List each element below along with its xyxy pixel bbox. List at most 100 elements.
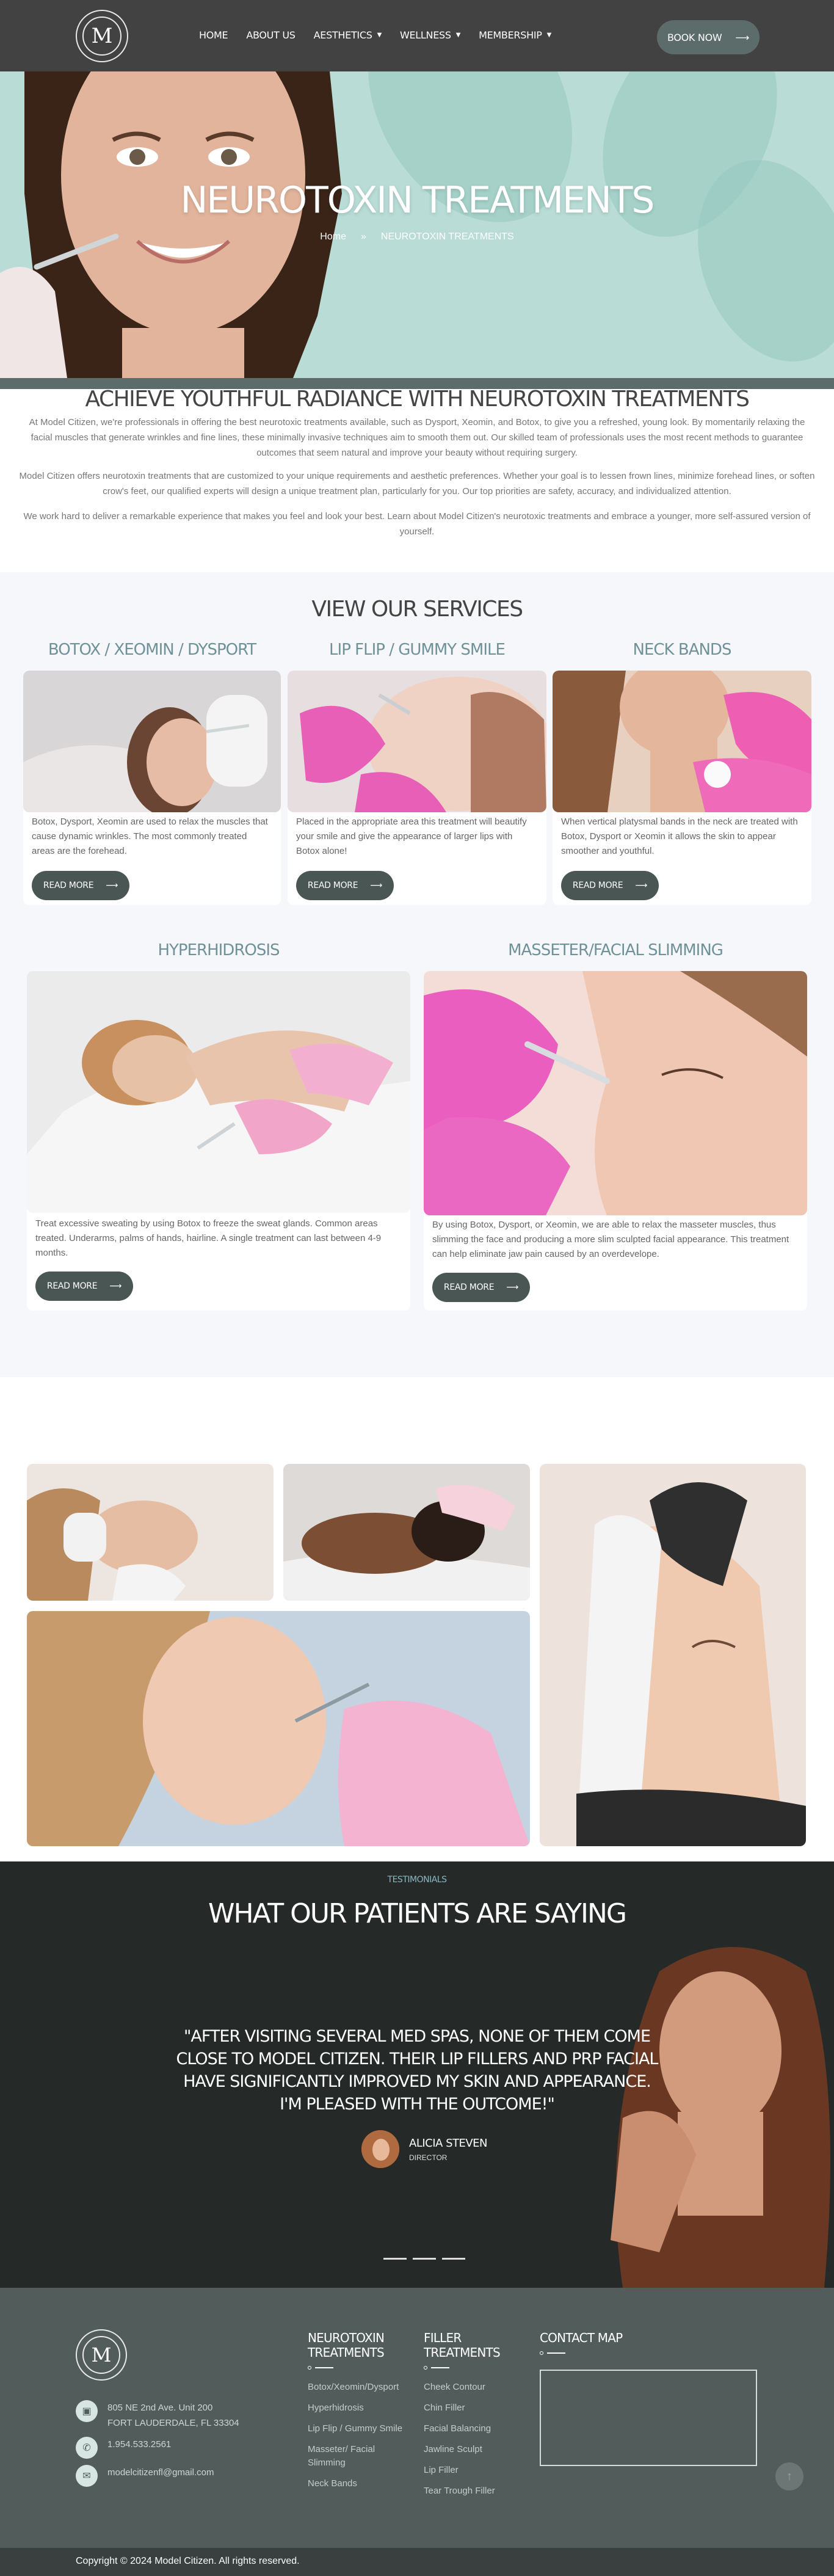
hero-banner: NEUROTOXIN TREATMENTS Home » NEUROTOXIN TR… [0, 71, 834, 378]
address-line-1: 805 NE 2nd Ave. Unit 200 [107, 2403, 213, 2413]
service-image[interactable] [27, 971, 410, 1213]
nav-wellness[interactable]: WELLNESS ▼ [400, 29, 460, 41]
testimonial-quote: "AFTER VISITING SEVERAL MED SPAS, NONE O… [176, 2027, 659, 2114]
read-more-label: READ MORE [43, 881, 94, 890]
breadcrumb-current: NEUROTOXIN TREATMENTS [380, 231, 514, 242]
intro-paragraph-2: Model Citizen offers neurotoxin treatmen… [19, 471, 815, 497]
service-title[interactable]: BOTOX / XEOMIN / DYSPORT [23, 641, 281, 659]
breadcrumb: Home » NEUROTOXIN TREATMENTS [0, 231, 834, 242]
arrow-up-icon: ↑ [786, 2469, 792, 2483]
service-title[interactable]: MASSETER/FACIAL SLIMMING [424, 941, 807, 959]
service-description: Treat excessive sweating by using Botox … [35, 1218, 382, 1258]
footer-link[interactable]: Lip Flip / Gummy Smile [308, 2422, 412, 2436]
address-line-2: FORT LAUDERDALE, FL 33304 [107, 2418, 239, 2428]
service-image[interactable] [23, 671, 281, 812]
email-icon: ✉ [76, 2465, 98, 2487]
footer-link[interactable]: Jawline Sculpt [424, 2443, 528, 2456]
nav-about[interactable]: ABOUT US [246, 29, 296, 41]
avatar [361, 2130, 399, 2168]
testimonial-author: ALICIA STEVEN DIRECTOR [361, 2130, 488, 2168]
email-address[interactable]: modelcitizenfl@gmail.com [107, 2465, 214, 2480]
service-title[interactable]: NECK BANDS [553, 641, 811, 659]
read-more-button[interactable]: READ MORE ⟶ [432, 1273, 530, 1302]
breadcrumb-home-link[interactable]: Home [320, 231, 346, 242]
service-card: Placed in the appropriate area this trea… [288, 671, 546, 905]
nav-aesthetics-label: AESTHETICS [313, 29, 372, 41]
phone-icon: ✆ [76, 2437, 98, 2459]
service-title[interactable]: HYPERHIDROSIS [27, 941, 410, 959]
book-now-label: BOOK NOW [667, 31, 722, 43]
gallery-image[interactable] [27, 1464, 274, 1601]
phone-number[interactable]: 1.954.533.2561 [107, 2437, 171, 2452]
footer-email[interactable]: ✉ modelcitizenfl@gmail.com [76, 2465, 214, 2487]
service-description: Placed in the appropriate area this trea… [296, 817, 527, 856]
footer-link[interactable]: Facial Balancing [424, 2422, 528, 2436]
nav-wellness-label: WELLNESS [399, 29, 451, 41]
footer-link[interactable]: Hyperhidrosis [308, 2401, 412, 2415]
footer-link[interactable]: Cheek Contour [424, 2381, 528, 2394]
footer-column-map: CONTACT MAP [540, 2330, 662, 2366]
hero-woman-image [0, 71, 342, 378]
service-description: Botox, Dysport, Xeomin are used to relax… [32, 817, 268, 856]
site-header: M HOME ABOUT US AESTHETICS ▼ WELLNESS ▼ ME… [0, 0, 834, 71]
slider-dot[interactable] [413, 2258, 436, 2260]
read-more-label: READ MORE [46, 1281, 98, 1291]
nav-membership-label: MEMBERSHIP [479, 29, 542, 41]
footer-column-title: FILLER TREATMENTS [424, 2330, 501, 2360]
arrow-right-icon: ⟶ [106, 881, 118, 890]
photo-gallery [0, 1377, 834, 1861]
scroll-to-top-button[interactable]: ↑ [775, 2462, 803, 2490]
arrow-right-icon: ⟶ [109, 1281, 122, 1291]
nav-membership[interactable]: MEMBERSHIP ▼ [479, 29, 551, 41]
main-nav: HOME ABOUT US AESTHETICS ▼ WELLNESS ▼ MEMB… [199, 29, 551, 41]
book-now-button[interactable]: BOOK NOW ⟶ [657, 20, 760, 54]
footer-link[interactable]: Masseter/ Facial Slimming [308, 2443, 412, 2470]
footer-column-title: CONTACT MAP [540, 2330, 623, 2345]
gallery-image[interactable] [283, 1464, 530, 1601]
testimonials-heading: WHAT OUR PATIENTS ARE SAYING [208, 1898, 627, 1929]
service-card: By using Botox, Dysport, or Xeomin, we a… [424, 971, 807, 1311]
footer-logo[interactable]: M [76, 2329, 127, 2381]
service-image[interactable] [424, 971, 807, 1215]
service-image[interactable] [288, 671, 546, 812]
site-logo[interactable]: M [76, 10, 128, 62]
read-more-button[interactable]: READ MORE ⟶ [32, 871, 129, 900]
nav-aesthetics[interactable]: AESTHETICS ▼ [314, 29, 382, 41]
decorative-divider [308, 2366, 412, 2370]
service-card: Botox, Dysport, Xeomin are used to relax… [23, 671, 281, 905]
footer-link[interactable]: Chin Filler [424, 2401, 528, 2415]
read-more-button[interactable]: READ MORE ⟶ [35, 1272, 133, 1301]
site-footer: M ▣ 805 NE 2nd Ave. Unit 200 FORT LAUDERD… [0, 2288, 834, 2548]
slider-dot[interactable] [442, 2258, 465, 2260]
chevron-down-icon: ▼ [377, 32, 382, 38]
nav-about-label: ABOUT US [246, 29, 296, 41]
page-title: NEUROTOXIN TREATMENTS [180, 179, 655, 222]
arrow-right-icon: ⟶ [635, 881, 648, 890]
footer-link[interactable]: Tear Trough Filler [424, 2484, 528, 2498]
chevron-down-icon: ▼ [455, 32, 461, 38]
footer-link[interactable]: Lip Filler [424, 2464, 528, 2477]
service-image[interactable] [553, 671, 811, 812]
slider-pagination [383, 2258, 465, 2260]
decorative-leaf [327, 71, 614, 259]
read-more-button[interactable]: READ MORE ⟶ [561, 871, 659, 900]
service-card: Treat excessive sweating by using Botox … [27, 971, 410, 1311]
read-more-label: READ MORE [572, 881, 623, 890]
author-name: ALICIA STEVEN [409, 2136, 488, 2150]
contact-map[interactable] [540, 2370, 757, 2466]
logo-monogram: M [82, 16, 121, 56]
gallery-image[interactable] [540, 1464, 806, 1846]
slider-dot[interactable] [383, 2258, 407, 2260]
footer-link[interactable]: Neck Bands [308, 2477, 412, 2490]
testimonials-section: TESTIMONIALS WHAT OUR PATIENTS ARE SAYIN… [0, 1861, 834, 2288]
service-title[interactable]: LIP FLIP / GUMMY SMILE [288, 641, 546, 659]
footer-phone[interactable]: ✆ 1.954.533.2561 [76, 2437, 171, 2459]
nav-home[interactable]: HOME [199, 29, 228, 41]
decorative-divider [540, 2351, 662, 2355]
gallery-image[interactable] [27, 1611, 530, 1846]
service-description: When vertical platysmal bands in the nec… [561, 817, 798, 856]
copyright-text: Copyright © 2024 Model Citizen. All righ… [76, 2556, 300, 2566]
footer-column-title: NEUROTOXIN TREATMENTS [308, 2330, 385, 2360]
footer-link[interactable]: Botox/Xeomin/Dysport [308, 2381, 412, 2394]
read-more-button[interactable]: READ MORE ⟶ [296, 871, 394, 900]
